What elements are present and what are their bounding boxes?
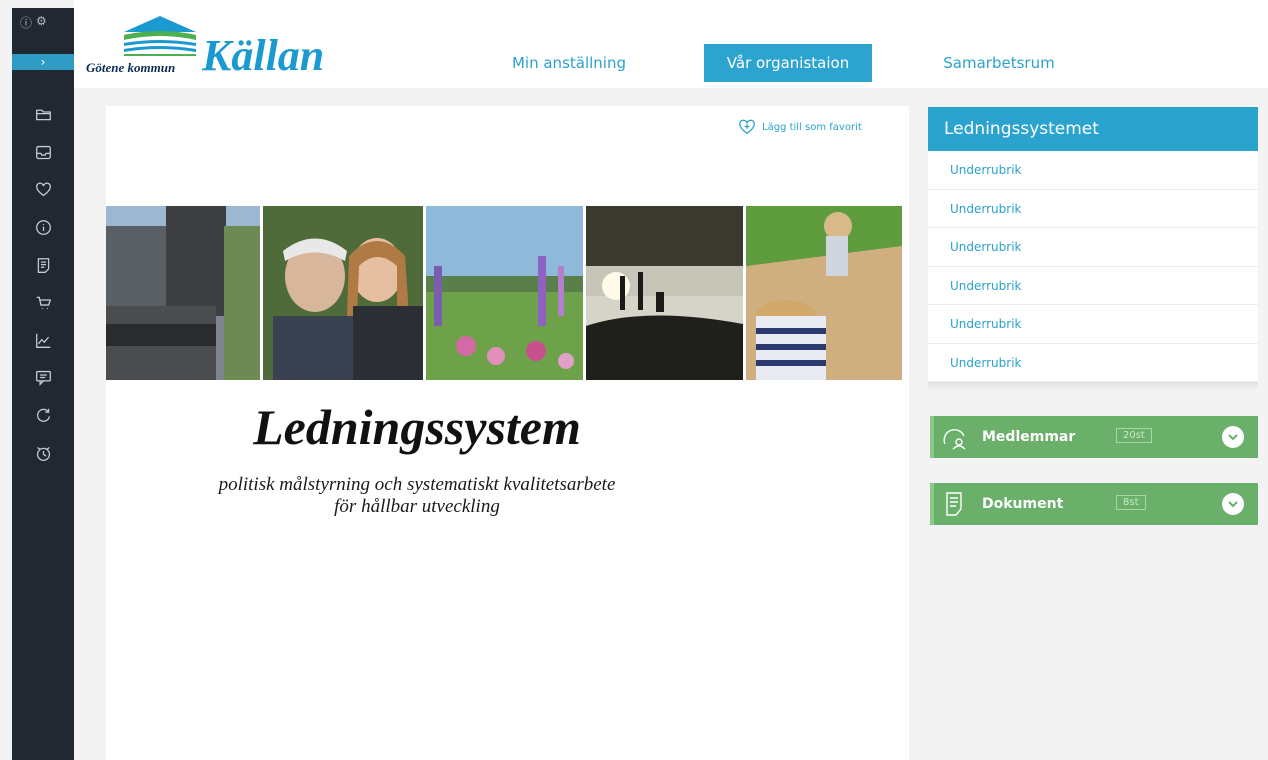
section-menu-item[interactable]: Underrubrik — [928, 305, 1258, 344]
sidebar-item-reminders[interactable] — [12, 434, 74, 472]
chevron-down-icon[interactable] — [1222, 426, 1244, 448]
document-panel: Lägg till som favorit Ledningssystem pol… — [106, 106, 909, 760]
subtitle-line-1: politisk målstyrning och systematiskt kv… — [218, 474, 616, 495]
section-menu: Ledningssystemet Underrubrik Underrubrik… — [928, 107, 1258, 390]
section-menu-item[interactable]: Underrubrik — [928, 343, 1258, 382]
chat-icon — [35, 371, 51, 387]
sidebar-item-info[interactable] — [12, 209, 74, 247]
child-sandbox-photo — [746, 206, 902, 380]
heart-plus-icon — [739, 119, 755, 135]
document-icon — [37, 257, 49, 273]
chart-icon — [35, 333, 50, 348]
sidebar-item-favorites[interactable] — [12, 171, 74, 209]
sidebar-top: ⓘ ⚙ — [12, 8, 74, 54]
settings-icon[interactable]: ⚙ — [36, 14, 47, 54]
sidebar-item-shop[interactable] — [12, 284, 74, 322]
folder-icon — [35, 109, 51, 121]
sidebar-item-statistics[interactable] — [12, 322, 74, 360]
sidebar-item-history[interactable] — [12, 397, 74, 435]
section-menu-item[interactable]: Underrubrik — [928, 266, 1258, 305]
sidebar-toggle-button[interactable]: › — [12, 54, 74, 70]
logo-municipality: Götene kommun — [86, 60, 176, 75]
street-sweeper-photo — [106, 206, 260, 380]
header: Götene kommun Källan Min anställning Vår… — [74, 8, 1268, 88]
elderly-couple-photo — [263, 206, 423, 380]
logo-name: Källan — [202, 31, 325, 80]
tab-var-organisation[interactable]: Vår organistaion — [704, 44, 872, 82]
logo[interactable]: Götene kommun Källan — [86, 12, 336, 82]
info-icon[interactable]: ⓘ — [20, 14, 32, 54]
lake-sunset-photo — [586, 206, 743, 380]
info-icon — [35, 220, 51, 236]
photo-strip — [106, 206, 905, 380]
cart-icon — [36, 297, 51, 310]
favorite-label: Lägg till som favorit — [762, 121, 862, 133]
documents-count: 8st — [1116, 495, 1146, 510]
members-bar[interactable]: Medlemmar 20st — [930, 416, 1258, 458]
sidebar-item-documents[interactable] — [12, 246, 74, 284]
members-count: 20st — [1116, 428, 1152, 443]
app-frame: ⓘ ⚙ › Götene kommun Källan Min anställni… — [0, 0, 1268, 760]
members-label: Medlemmar — [982, 429, 1076, 445]
sidebar-item-inbox[interactable] — [12, 134, 74, 172]
top-strip — [74, 0, 1268, 8]
sidebar: ⓘ ⚙ › — [12, 8, 74, 760]
document-subtitle: politisk målstyrning och systematiskt kv… — [106, 474, 728, 518]
inbox-icon — [35, 145, 51, 159]
section-menu-heading[interactable]: Ledningssystemet — [928, 107, 1258, 151]
tab-samarbetsrum[interactable]: Samarbetsrum — [904, 44, 1094, 82]
alarm-icon — [36, 446, 50, 461]
lupin-meadow-photo — [426, 206, 583, 380]
chevron-down-icon[interactable] — [1222, 493, 1244, 515]
favorite-button[interactable]: Lägg till som favorit — [738, 118, 862, 136]
logo-mark-icon — [124, 16, 196, 56]
section-menu-shadow — [928, 382, 1258, 390]
section-menu-item[interactable]: Underrubrik — [928, 228, 1258, 267]
sidebar-menu — [12, 96, 74, 472]
section-menu-item[interactable]: Underrubrik — [928, 151, 1258, 190]
members-icon — [943, 429, 966, 450]
heart-icon — [35, 182, 51, 197]
tab-min-anstallning[interactable]: Min anställning — [474, 44, 664, 82]
sidebar-item-folder[interactable] — [12, 96, 74, 134]
sidebar-item-messages[interactable] — [12, 359, 74, 397]
subtitle-line-2: för hållbar utveckling — [334, 496, 500, 517]
section-menu-item[interactable]: Underrubrik — [928, 189, 1258, 228]
documents-bar[interactable]: Dokument 8st — [930, 483, 1258, 525]
refresh-icon — [36, 408, 50, 422]
document-icon — [946, 492, 962, 516]
documents-label: Dokument — [982, 496, 1064, 512]
document-title: Ledningssystem — [253, 399, 581, 455]
